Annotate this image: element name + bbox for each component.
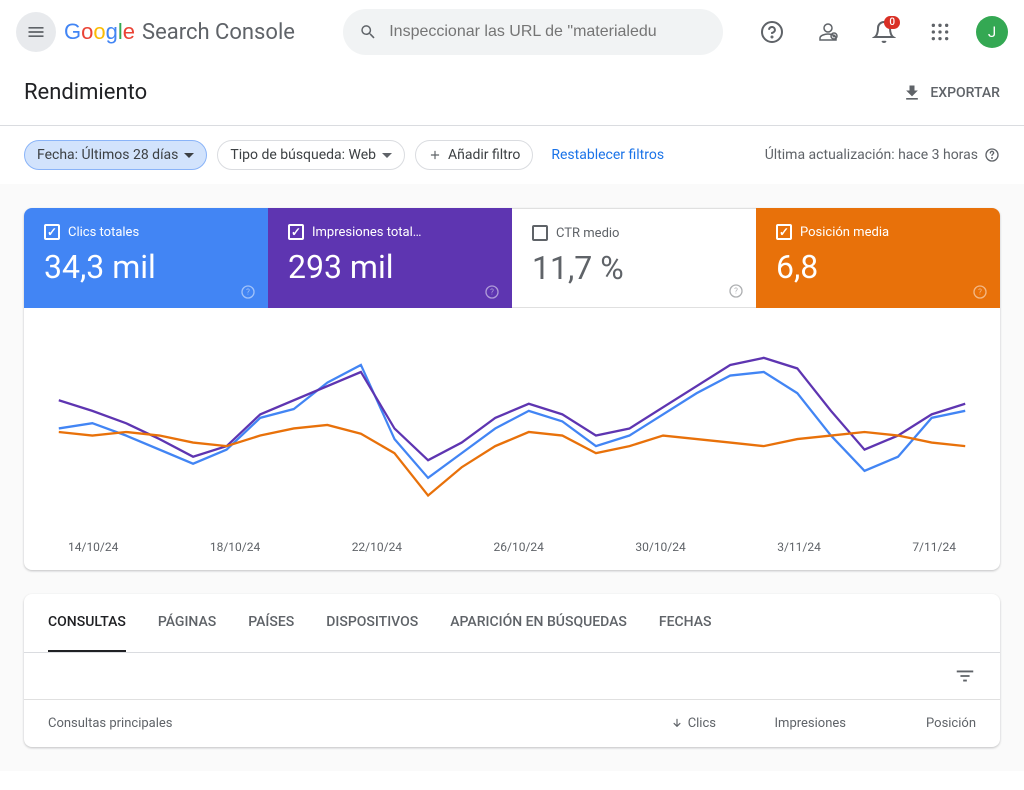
notification-badge: 0 bbox=[884, 16, 900, 29]
google-logo-icon: Google bbox=[64, 20, 138, 44]
table-header-row: Consultas principales Clics Impresiones … bbox=[24, 699, 1000, 747]
search-input[interactable] bbox=[389, 23, 707, 41]
help-icon bbox=[760, 20, 784, 44]
checkbox-icon bbox=[776, 224, 792, 240]
plus-icon bbox=[428, 148, 442, 162]
title-row: Rendimiento EXPORTAR bbox=[0, 64, 1024, 125]
chip-label: Tipo de búsqueda: Web bbox=[230, 147, 376, 163]
x-axis-label: 7/11/24 bbox=[912, 540, 956, 554]
last-update-text: Última actualización: hace 3 horas bbox=[765, 147, 1000, 163]
svg-text:?: ? bbox=[246, 288, 250, 297]
help-icon[interactable] bbox=[984, 147, 1000, 163]
checkbox-icon bbox=[288, 224, 304, 240]
tabs: CONSULTAS PÁGINAS PAÍSES DISPOSITIVOS APARIC… bbox=[24, 594, 1000, 653]
reset-filters-link[interactable]: Restablecer filtros bbox=[551, 147, 664, 163]
users-button[interactable] bbox=[808, 12, 848, 52]
checkbox-icon bbox=[44, 224, 60, 240]
app-header: Google Search Console 0 J bbox=[0, 0, 1024, 64]
help-icon[interactable]: ? bbox=[728, 283, 744, 299]
x-axis-label: 22/10/24 bbox=[352, 540, 402, 554]
logo[interactable]: Google Search Console bbox=[64, 20, 295, 45]
help-icon[interactable]: ? bbox=[240, 284, 256, 300]
th-clicks[interactable]: Clics bbox=[586, 716, 716, 731]
x-axis-label: 14/10/24 bbox=[68, 540, 118, 554]
url-inspect-search[interactable] bbox=[343, 9, 723, 55]
menu-icon bbox=[26, 22, 46, 42]
help-icon[interactable]: ? bbox=[972, 284, 988, 300]
metric-clicks[interactable]: Clics totales 34,3 mil ? bbox=[24, 208, 268, 308]
chip-label: Fecha: Últimos 28 días bbox=[37, 147, 178, 163]
page-title: Rendimiento bbox=[24, 80, 147, 105]
apps-icon bbox=[930, 22, 950, 42]
checkbox-icon bbox=[532, 225, 548, 241]
tab-dispositivos[interactable]: DISPOSITIVOS bbox=[326, 594, 418, 652]
chevron-down-icon bbox=[184, 153, 194, 158]
svg-text:?: ? bbox=[734, 287, 738, 296]
th-queries: Consultas principales bbox=[48, 716, 586, 731]
arrow-down-icon bbox=[670, 717, 684, 731]
metric-position[interactable]: Posición media 6,8 ? bbox=[756, 208, 1000, 308]
help-icon[interactable]: ? bbox=[484, 284, 500, 300]
th-position[interactable]: Posición bbox=[846, 716, 976, 731]
notifications-button[interactable]: 0 bbox=[864, 12, 904, 52]
svg-text:?: ? bbox=[490, 288, 494, 297]
tab-páginas[interactable]: PÁGINAS bbox=[158, 594, 216, 652]
tab-aparición-en-búsquedas[interactable]: APARICIÓN EN BÚSQUEDAS bbox=[450, 594, 627, 652]
export-button[interactable]: EXPORTAR bbox=[902, 83, 1000, 103]
tab-consultas[interactable]: CONSULTAS bbox=[48, 594, 126, 652]
tab-países[interactable]: PAÍSES bbox=[248, 594, 294, 652]
avatar[interactable]: J bbox=[976, 16, 1008, 48]
people-icon bbox=[816, 20, 840, 44]
header-actions: 0 J bbox=[752, 12, 1008, 52]
performance-card: Clics totales 34,3 mil ? Impresiones tot… bbox=[24, 208, 1000, 570]
th-impressions[interactable]: Impresiones bbox=[716, 716, 846, 731]
details-card: CONSULTAS PÁGINAS PAÍSES DISPOSITIVOS APARIC… bbox=[24, 594, 1000, 747]
x-axis-label: 30/10/24 bbox=[635, 540, 685, 554]
chip-label: Añadir filtro bbox=[448, 147, 520, 163]
chart-area: 14/10/24 18/10/24 22/10/24 26/10/24 30/10/24… bbox=[24, 308, 1000, 570]
metric-impressions[interactable]: Impresiones total… 293 mil ? bbox=[268, 208, 512, 308]
chevron-down-icon bbox=[382, 153, 392, 158]
svg-text:?: ? bbox=[978, 288, 982, 297]
export-label: EXPORTAR bbox=[930, 85, 1000, 101]
help-button[interactable] bbox=[752, 12, 792, 52]
content-area: Clics totales 34,3 mil ? Impresiones tot… bbox=[0, 184, 1024, 771]
tab-fechas[interactable]: FECHAS bbox=[659, 594, 712, 652]
x-axis-label: 3/11/24 bbox=[777, 540, 821, 554]
filter-icon[interactable] bbox=[954, 665, 976, 687]
search-icon bbox=[359, 22, 377, 42]
x-axis-label: 26/10/24 bbox=[494, 540, 544, 554]
svg-text:Google: Google bbox=[64, 20, 135, 44]
table-toolbar bbox=[24, 653, 1000, 699]
apps-button[interactable] bbox=[920, 12, 960, 52]
x-axis-label: 18/10/24 bbox=[210, 540, 260, 554]
metrics-row: Clics totales 34,3 mil ? Impresiones tot… bbox=[24, 208, 1000, 308]
filter-bar: Fecha: Últimos 28 días Tipo de búsqueda:… bbox=[0, 126, 1024, 184]
line-chart bbox=[48, 332, 976, 532]
menu-button[interactable] bbox=[16, 12, 56, 52]
product-name: Search Console bbox=[142, 20, 295, 45]
metric-ctr[interactable]: CTR medio 11,7 % ? bbox=[512, 208, 756, 308]
date-filter-chip[interactable]: Fecha: Últimos 28 días bbox=[24, 140, 207, 170]
download-icon bbox=[902, 83, 922, 103]
search-type-chip[interactable]: Tipo de búsqueda: Web bbox=[217, 140, 405, 170]
chart-x-axis: 14/10/24 18/10/24 22/10/24 26/10/24 30/10/24… bbox=[48, 540, 976, 554]
add-filter-chip[interactable]: Añadir filtro bbox=[415, 140, 533, 170]
